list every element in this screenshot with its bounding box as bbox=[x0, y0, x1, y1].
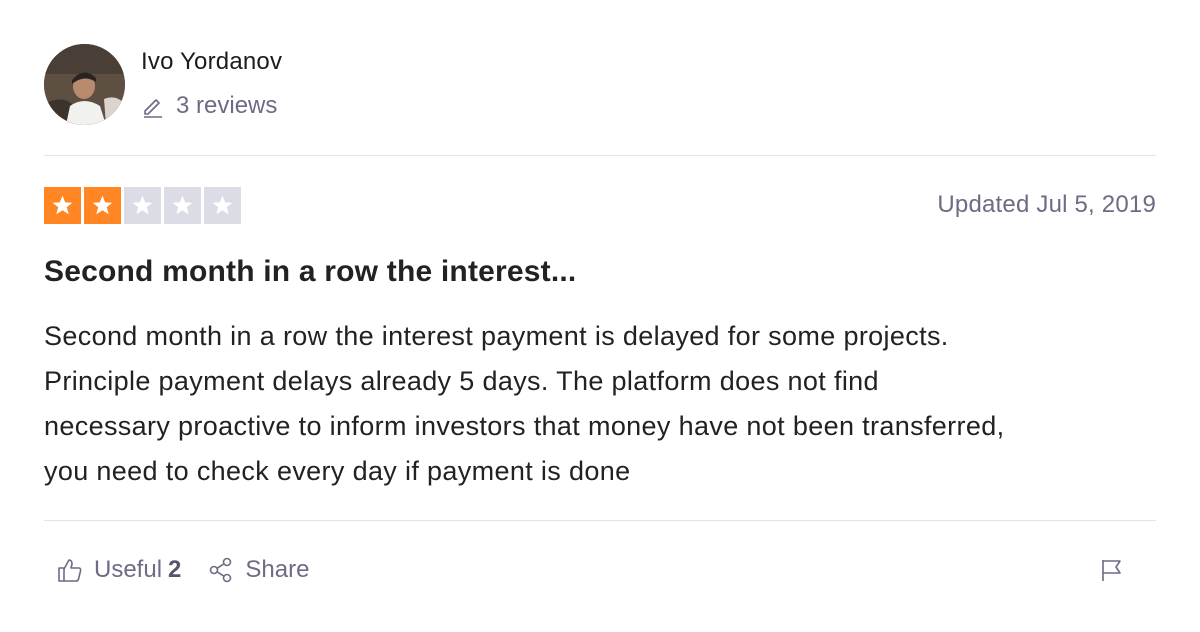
useful-count: 2 bbox=[168, 556, 182, 583]
flag-icon[interactable] bbox=[1098, 556, 1126, 584]
avatar[interactable] bbox=[44, 44, 125, 125]
consumer-name[interactable]: Ivo Yordanov bbox=[141, 48, 282, 76]
star-empty bbox=[124, 187, 161, 224]
star-filled bbox=[44, 187, 81, 224]
review-actions: Useful 2 Share bbox=[56, 552, 309, 588]
useful-label: Useful bbox=[94, 556, 163, 583]
star-icon bbox=[92, 195, 113, 215]
review-date: Updated Jul 5, 2019 bbox=[937, 191, 1156, 218]
review-body: Second month in a row the interest payme… bbox=[44, 321, 1005, 486]
reviews-count: 3 reviews bbox=[141, 92, 277, 120]
star-filled bbox=[84, 187, 121, 224]
footer-divider bbox=[44, 520, 1156, 521]
star-rating bbox=[44, 187, 241, 224]
review-card: Ivo Yordanov 3 reviews Updated Jul 5, 20… bbox=[0, 0, 1200, 632]
pencil-icon bbox=[144, 99, 162, 118]
header-divider bbox=[44, 155, 1156, 156]
star-icon bbox=[212, 195, 233, 215]
share-label: Share bbox=[245, 556, 310, 583]
share-icon bbox=[210, 557, 232, 583]
star-icon bbox=[132, 195, 153, 215]
share-button[interactable]: Share bbox=[207, 556, 309, 584]
reviews-count-label: 3 reviews bbox=[176, 92, 278, 119]
star-icon bbox=[52, 195, 73, 215]
star-empty bbox=[204, 187, 241, 224]
review-title[interactable]: Second month in a row the interest... bbox=[44, 255, 576, 289]
star-icon bbox=[172, 195, 193, 215]
thumbs-up-icon bbox=[58, 559, 82, 582]
star-empty bbox=[164, 187, 201, 224]
useful-button[interactable]: Useful 2 bbox=[56, 556, 181, 584]
